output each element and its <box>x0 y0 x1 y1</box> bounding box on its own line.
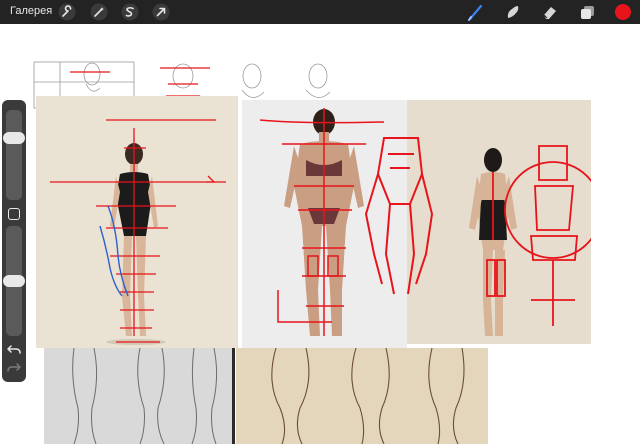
reference-photo-legs-sepia <box>236 348 488 444</box>
color-swatch-button[interactable] <box>614 3 632 21</box>
selection-icon[interactable] <box>121 3 139 21</box>
image-divider <box>232 348 235 444</box>
drawing-canvas[interactable] <box>0 24 640 444</box>
undo-icon[interactable] <box>7 344 21 356</box>
reference-photo-legs-pencil <box>44 348 232 444</box>
gallery-button[interactable]: Галерея <box>10 5 52 17</box>
top-toolbar: Галерея <box>0 0 640 24</box>
layers-icon[interactable] <box>578 3 596 21</box>
eraser-icon[interactable] <box>541 3 559 21</box>
opacity-slider-handle[interactable] <box>3 275 25 287</box>
brush-size-slider-handle[interactable] <box>3 131 25 144</box>
magic-wand-icon[interactable] <box>90 3 108 21</box>
red-figure-sketch <box>364 137 434 295</box>
left-sidebar <box>2 100 26 382</box>
reference-photo-1 <box>36 96 238 348</box>
brush-size-slider[interactable] <box>6 110 22 200</box>
brush-icon[interactable] <box>467 3 485 21</box>
modify-button[interactable] <box>8 208 20 220</box>
wrench-icon[interactable] <box>58 3 76 21</box>
transform-arrow-icon[interactable] <box>152 3 170 21</box>
redo-icon[interactable] <box>7 362 21 374</box>
smudge-icon[interactable] <box>504 3 522 21</box>
